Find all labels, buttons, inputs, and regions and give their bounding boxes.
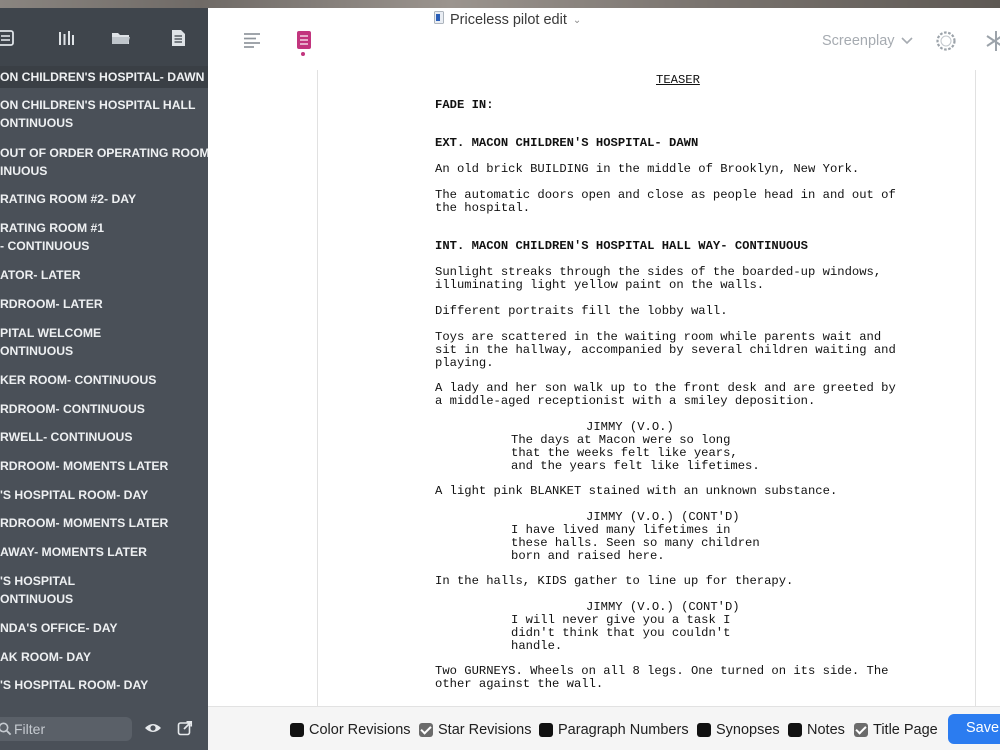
- checkbox-box: [854, 723, 868, 737]
- dialogue: I have lived many lifetimes in these hal…: [511, 523, 760, 563]
- sidebar-toolbar: [0, 8, 208, 66]
- mode-selector[interactable]: Screenplay: [822, 32, 913, 50]
- title-page-checkbox[interactable]: Title Page: [854, 722, 938, 738]
- scene-item[interactable]: NDA'S OFFICE- DAY: [0, 619, 208, 637]
- color-revisions-checkbox[interactable]: Color Revisions: [290, 722, 411, 738]
- filter-input[interactable]: Filter: [0, 717, 132, 741]
- star-revisions-checkbox[interactable]: Star Revisions: [419, 722, 531, 738]
- action-line: Two GURNEYS. Wheels on all 8 legs. One t…: [435, 664, 889, 691]
- scene-item[interactable]: RDROOM- CONTINUOUS: [0, 400, 208, 418]
- chevron-down-icon: [900, 32, 913, 50]
- outline-icon[interactable]: [244, 32, 262, 53]
- editor-header: Priceless pilot edit ⌄ Screenplay: [208, 8, 1000, 70]
- save-button[interactable]: Save: [948, 714, 1000, 744]
- checkbox-box: [697, 723, 711, 737]
- folder-icon[interactable]: [110, 28, 130, 48]
- mode-label: Screenplay: [822, 33, 895, 49]
- checkbox-box: [539, 723, 553, 737]
- scene-item[interactable]: 'S HOSPITAL ROOM- DAY: [0, 486, 208, 504]
- synopses-checkbox[interactable]: Synopses: [697, 722, 780, 738]
- checkbox-box: [290, 723, 304, 737]
- scene-item[interactable]: KER ROOM- CONTINUOUS: [0, 371, 208, 389]
- action-line: A lady and her son walk up to the front …: [435, 381, 896, 408]
- notes-checkbox[interactable]: Notes: [788, 722, 845, 738]
- list-icon[interactable]: [0, 28, 16, 48]
- screenplay-page[interactable]: TEASER FADE IN: EXT. MACON CHILDREN'S HO…: [317, 70, 976, 706]
- export-options-bar: Color Revisions Star Revisions Paragraph…: [208, 706, 1000, 750]
- scene-item[interactable]: RDROOM- MOMENTS LATER: [0, 457, 208, 475]
- scene-item[interactable]: RDROOM- MOMENTS LATER: [0, 514, 208, 532]
- action-line: An old brick BUILDING in the middle of B…: [435, 162, 860, 176]
- document-title: Priceless pilot edit: [450, 12, 567, 28]
- paragraph-numbers-checkbox[interactable]: Paragraph Numbers: [539, 722, 689, 738]
- action-line: Toys are scattered in the waiting room w…: [435, 330, 896, 370]
- index-cards-icon[interactable]: [296, 30, 312, 55]
- gear-icon[interactable]: [935, 30, 957, 57]
- scene-heading: INT. MACON CHILDREN'S HOSPITAL HALL WAY-…: [435, 239, 808, 253]
- action-line: The automatic doors open and close as pe…: [435, 188, 896, 215]
- option-label: Title Page: [873, 722, 938, 738]
- action-line: Different portraits fill the lobby wall.: [435, 304, 728, 318]
- scene-item[interactable]: RATING ROOM #2- DAY: [0, 190, 208, 208]
- scene-item[interactable]: RDROOM- LATER: [0, 295, 208, 313]
- scene-item[interactable]: ATOR- LATER: [0, 266, 208, 284]
- scene-item[interactable]: PITAL WELCOME ONTINUOUS: [0, 324, 208, 360]
- document-title-menu[interactable]: Priceless pilot edit ⌄: [434, 10, 581, 30]
- scene-item[interactable]: RWELL- CONTINUOUS: [0, 428, 208, 446]
- option-label: Notes: [807, 722, 845, 738]
- columns-icon[interactable]: [56, 28, 76, 48]
- scene-item[interactable]: 'S HOSPITAL ROOM- DAY: [0, 676, 208, 694]
- option-label: Synopses: [716, 722, 780, 738]
- document-icon[interactable]: [168, 28, 188, 48]
- scene-navigator-sidebar: ON CHILDREN'S HOSPITAL- DAWN ON CHILDREN…: [0, 8, 208, 750]
- document-file-icon: [434, 11, 444, 29]
- option-label: Star Revisions: [438, 722, 532, 738]
- script-title: TEASER: [656, 73, 700, 87]
- dialogue: The days at Macon were so long that the …: [511, 433, 760, 473]
- chevron-down-icon: ⌄: [572, 14, 582, 26]
- scene-item[interactable]: ON CHILDREN'S HOSPITAL- DAWN: [0, 66, 208, 88]
- option-label: Paragraph Numbers: [558, 722, 689, 738]
- search-icon: [0, 722, 12, 741]
- script-transition: FADE IN:: [435, 98, 494, 112]
- top-photo-strip: [0, 0, 1000, 8]
- scene-item[interactable]: 'S HOSPITAL ONTINUOUS: [0, 572, 208, 608]
- scene-item[interactable]: AWAY- MOMENTS LATER: [0, 543, 208, 561]
- scene-heading: EXT. MACON CHILDREN'S HOSPITAL- DAWN: [435, 136, 699, 150]
- checkbox-box: [788, 723, 802, 737]
- sidebar-footer: Filter: [0, 708, 208, 750]
- open-external-icon[interactable]: [177, 720, 193, 741]
- sparkle-icon[interactable]: [986, 30, 1000, 57]
- active-view-indicator: [301, 52, 305, 56]
- scene-item[interactable]: RATING ROOM #1 - CONTINUOUS: [0, 219, 208, 255]
- action-line: A light pink BLANKET stained with an unk…: [435, 484, 838, 498]
- scene-item[interactable]: AK ROOM- DAY: [0, 648, 208, 666]
- eye-icon[interactable]: [144, 721, 162, 740]
- checkbox-box: [419, 723, 433, 737]
- scene-item[interactable]: ON CHILDREN'S HOSPITAL HALL ONTINUOUS: [0, 96, 208, 132]
- dialogue: I will never give you a task I didn't th…: [511, 613, 731, 653]
- option-label: Color Revisions: [309, 722, 411, 738]
- scene-item[interactable]: OUT OF ORDER OPERATING ROOM INUOUS: [0, 144, 208, 180]
- filter-placeholder: Filter: [14, 721, 46, 737]
- action-line: In the halls, KIDS gather to line up for…: [435, 574, 794, 588]
- action-line: Sunlight streaks through the sides of th…: [435, 265, 882, 292]
